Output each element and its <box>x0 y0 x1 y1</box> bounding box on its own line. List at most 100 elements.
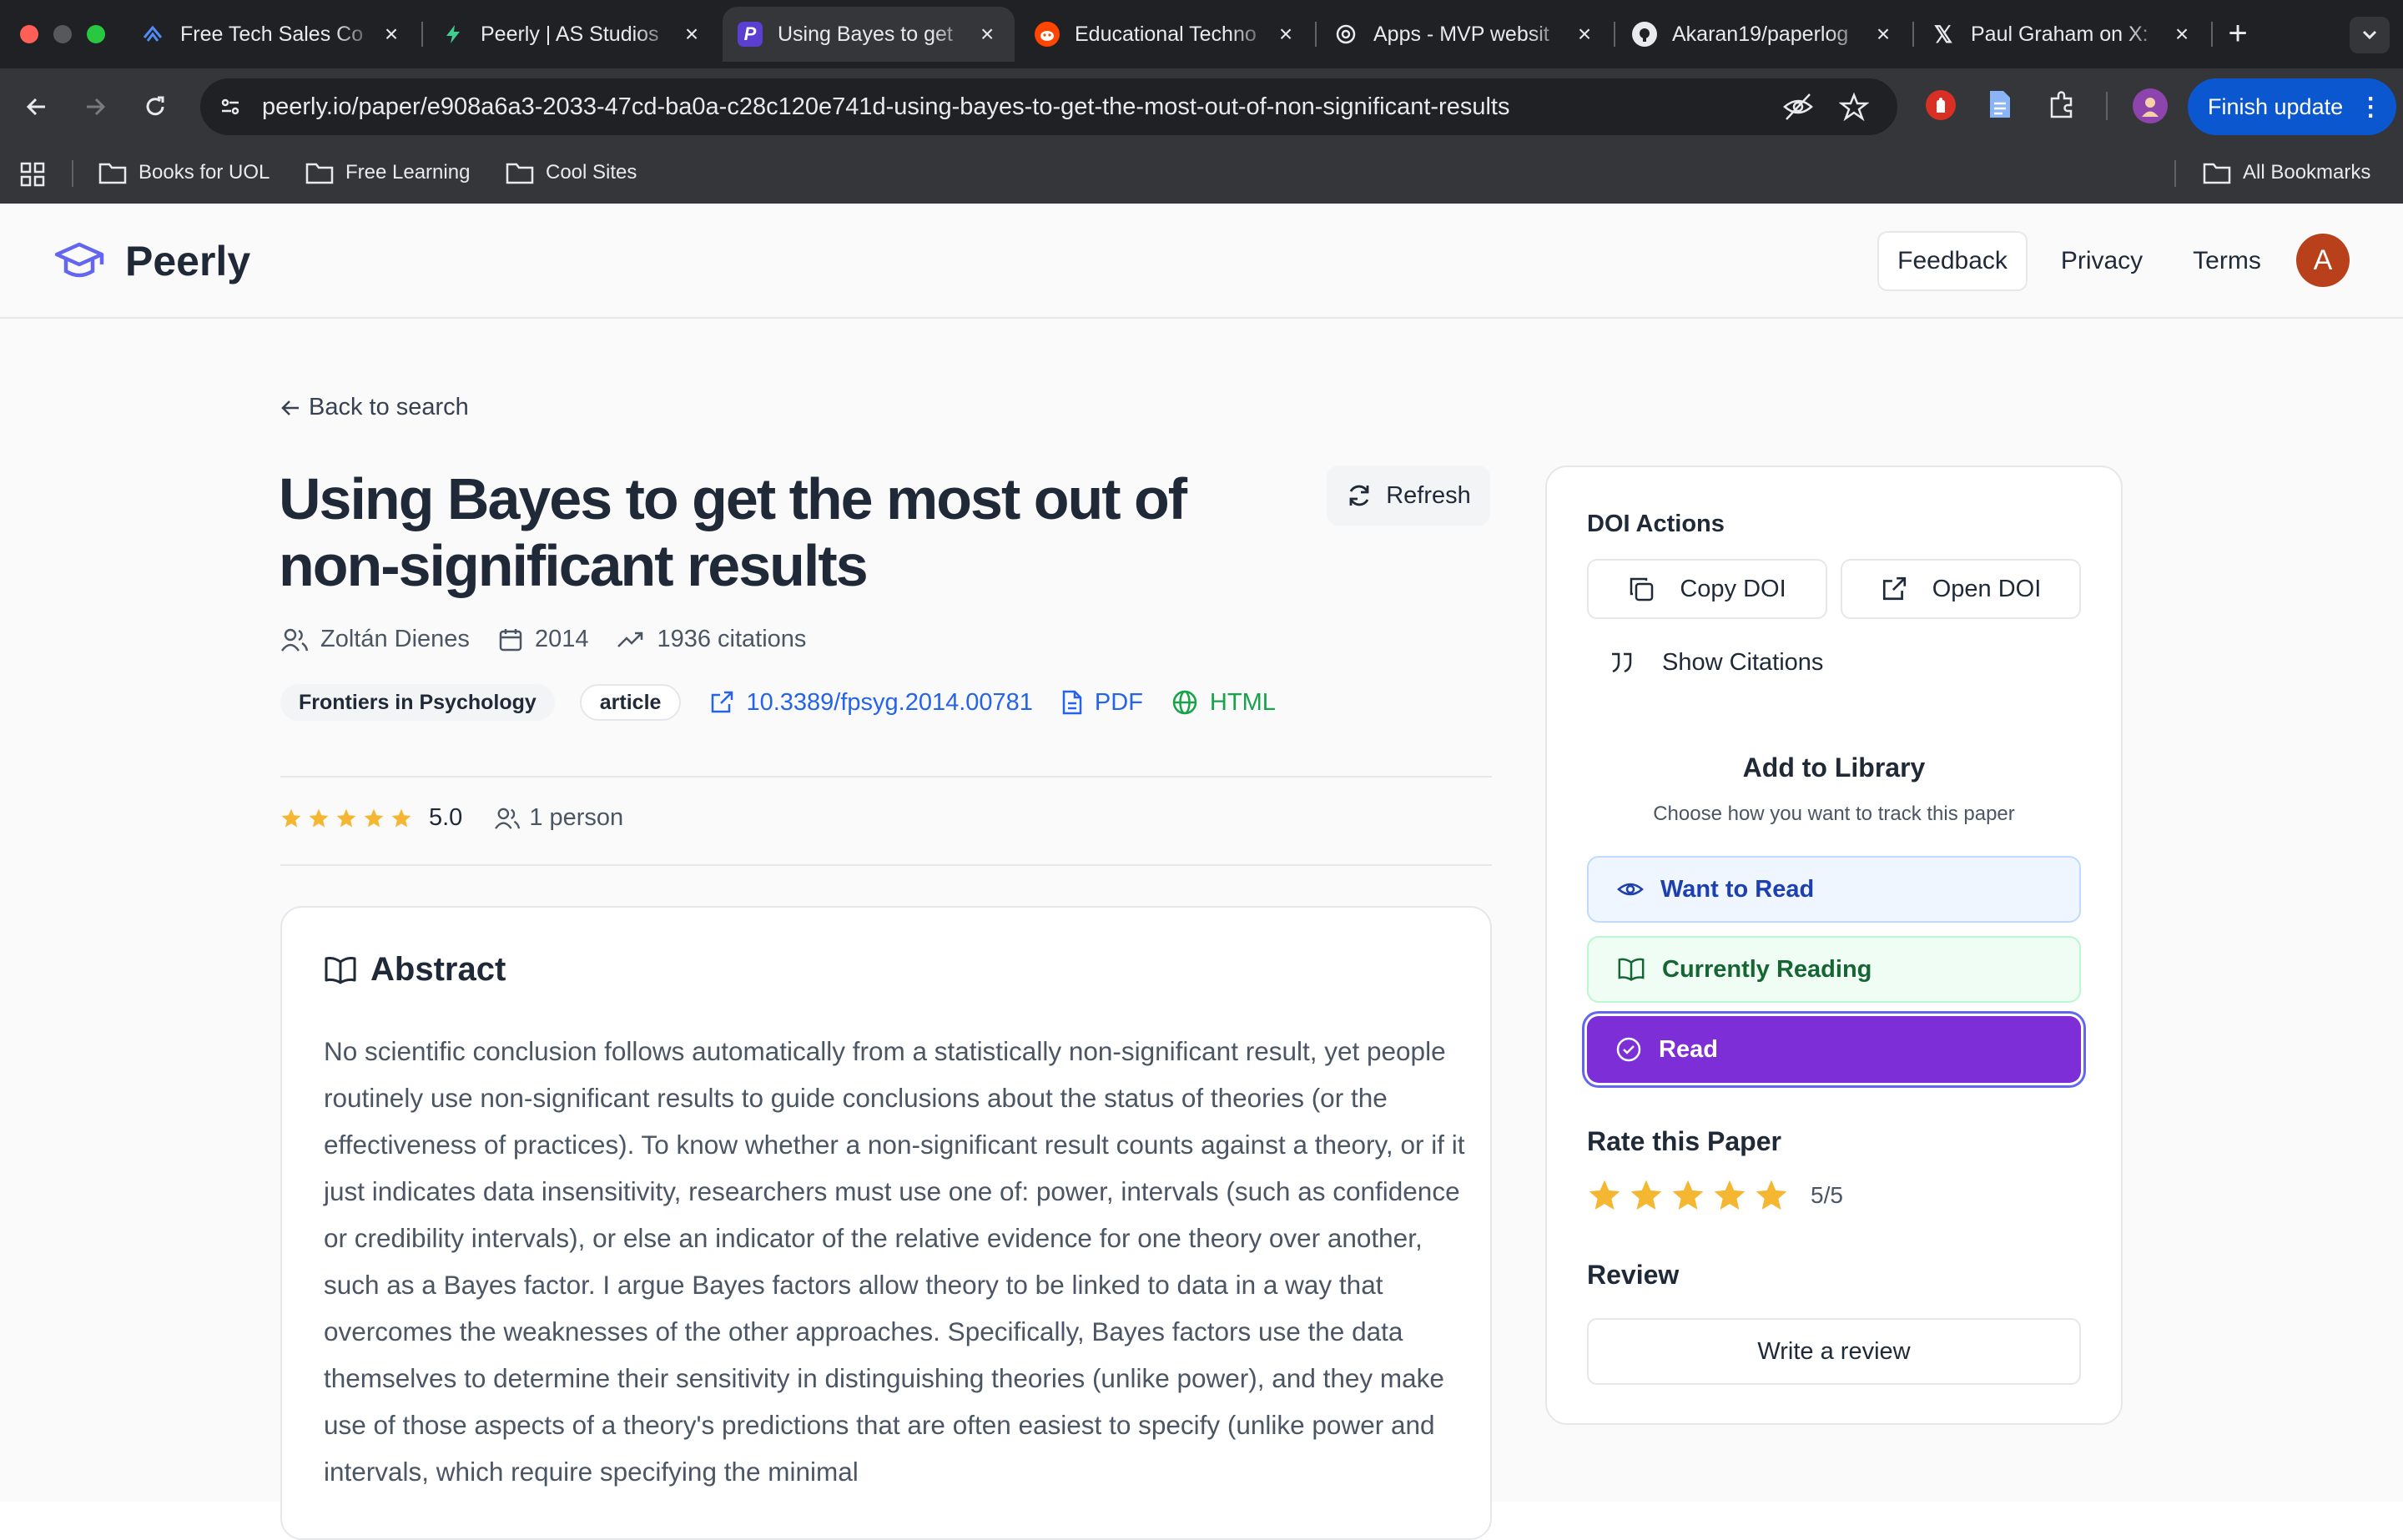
document-extension-icon[interactable] <box>1987 88 2013 120</box>
arrow-right-icon <box>87 98 106 116</box>
author[interactable]: Zoltán Dienes <box>280 626 470 653</box>
refresh-button[interactable]: Refresh <box>1327 466 1490 526</box>
back-to-search-link[interactable]: Back to search <box>280 394 469 421</box>
back-nav-button[interactable] <box>18 88 55 125</box>
star-icon <box>309 808 329 828</box>
new-tab-button[interactable]: + <box>2219 15 2256 52</box>
all-bookmarks-folder[interactable]: All Bookmarks <box>2203 153 2370 192</box>
close-tab-icon[interactable]: × <box>2169 21 2194 48</box>
paper-tags: Frontiers in Psychology article 10.3389/… <box>280 684 1276 721</box>
terms-link[interactable]: Terms <box>2173 231 2281 291</box>
url-text[interactable]: peerly.io/paper/e908a6a3-2033-47cd-ba0a-… <box>262 93 1509 121</box>
show-citations-button[interactable]: Show Citations <box>1587 637 1823 687</box>
brand-logo[interactable]: Peerly <box>53 237 250 285</box>
abstract-card: Abstract No scientific conclusion follow… <box>280 906 1492 1540</box>
arrow-left-icon <box>26 98 45 116</box>
forward-nav-button[interactable] <box>77 88 113 125</box>
close-tab-icon[interactable]: × <box>1871 21 1896 48</box>
trending-up-icon <box>617 632 643 647</box>
paper-meta: Zoltán Dienes 2014 1936 citations <box>280 626 834 653</box>
star-icon[interactable] <box>1629 1178 1664 1213</box>
year: 2014 <box>498 626 588 653</box>
github-icon <box>1632 22 1657 47</box>
browser-tab[interactable]: Akaran19/paperlog × <box>1617 7 1911 62</box>
caret-logo-icon <box>140 22 165 47</box>
chevron-down-icon <box>2362 30 2377 40</box>
close-tab-icon[interactable]: × <box>1572 21 1597 48</box>
read-button[interactable]: Read <box>1587 1016 2081 1083</box>
eye-icon <box>1617 883 1644 896</box>
bookmark-folder[interactable]: Cool Sites <box>506 153 637 192</box>
divider <box>280 776 1492 778</box>
reload-button[interactable] <box>137 88 174 125</box>
close-tab-icon[interactable]: × <box>975 21 1000 48</box>
minimize-window-button[interactable] <box>53 25 72 43</box>
close-tab-icon[interactable]: × <box>379 21 404 48</box>
bookmark-folder[interactable]: Free Learning <box>305 153 470 192</box>
copy-icon <box>1630 577 1654 601</box>
finish-update-button[interactable]: Finish update ⋮ <box>2188 78 2396 135</box>
maximize-window-button[interactable] <box>87 25 105 43</box>
feedback-button[interactable]: Feedback <box>1877 231 2028 291</box>
book-open-icon <box>1618 958 1645 981</box>
ublock-extension-icon[interactable] <box>1926 90 1956 120</box>
user-rating: 5/5 <box>1587 1178 1843 1213</box>
tab-strip: Free Tech Sales Co × Peerly | AS Studios… <box>0 0 2403 68</box>
site-header: Peerly Feedback Privacy Terms A <box>0 204 2403 319</box>
site-info-icon[interactable] <box>212 88 249 125</box>
folder-icon <box>2203 163 2231 184</box>
open-doi-button[interactable]: Open DOI <box>1841 559 2081 619</box>
rate-heading: Rate this Paper <box>1587 1126 1781 1156</box>
folder-icon <box>506 163 534 184</box>
close-window-button[interactable] <box>20 25 38 43</box>
apps-grid-icon[interactable] <box>20 162 45 187</box>
file-text-icon <box>1062 690 1082 715</box>
browser-tab[interactable]: Educational Techno × <box>1020 7 1313 62</box>
rating-stars <box>280 808 412 829</box>
html-link[interactable]: HTML <box>1171 689 1276 717</box>
arrow-left-icon <box>281 400 299 415</box>
peerly-p-icon: P <box>738 22 763 47</box>
browser-chrome: Free Tech Sales Co × Peerly | AS Studios… <box>0 0 2403 204</box>
bookmark-star-icon[interactable] <box>1839 92 1869 122</box>
x-icon: 𝕏 <box>1933 21 1953 48</box>
star-icon[interactable] <box>1712 1178 1747 1213</box>
browser-tab-active[interactable]: P Using Bayes to get × <box>723 7 1015 62</box>
rate-stars <box>1587 1178 1789 1213</box>
profile-avatar-icon[interactable] <box>2133 88 2168 123</box>
abstract-heading: Abstract <box>324 951 506 989</box>
star-icon[interactable] <box>1670 1178 1705 1213</box>
reddit-icon <box>1035 22 1060 47</box>
privacy-link[interactable]: Privacy <box>2048 231 2156 291</box>
eye-slash-icon[interactable] <box>1782 92 1814 122</box>
star-icon[interactable] <box>1754 1178 1789 1213</box>
pdf-link[interactable]: PDF <box>1061 689 1143 717</box>
doi-link[interactable]: 10.3389/fpsyg.2014.00781 <box>709 689 1033 717</box>
browser-tab[interactable]: Peerly | AS Studios × <box>426 7 719 62</box>
tab-search-button[interactable] <box>2350 17 2390 53</box>
copy-doi-button[interactable]: Copy DOI <box>1587 559 1827 619</box>
doi-actions-heading: DOI Actions <box>1587 511 1725 537</box>
doi-actions-panel: DOI Actions Copy DOI Open DOI Show Citat… <box>1545 466 2123 1425</box>
address-bar[interactable]: peerly.io/paper/e908a6a3-2033-47cd-ba0a-… <box>200 78 1897 135</box>
want-to-read-button[interactable]: Want to Read <box>1587 856 2081 923</box>
star-icon <box>391 808 411 828</box>
library-subtitle: Choose how you want to track this paper <box>1653 803 2015 825</box>
user-avatar[interactable]: A <box>2296 234 2350 287</box>
write-review-button[interactable]: Write a review <box>1587 1318 2081 1385</box>
browser-tab[interactable]: 𝕏 Paul Graham on X: × <box>1916 7 2209 62</box>
star-icon[interactable] <box>1587 1178 1622 1213</box>
browser-tab[interactable]: Apps - MVP websit × <box>1318 7 1612 62</box>
browser-tab[interactable]: Free Tech Sales Co × <box>125 7 419 62</box>
paper-title: Using Bayes to get the most out of non-s… <box>279 466 1187 598</box>
puzzle-extensions-icon[interactable] <box>2046 88 2078 120</box>
graduation-cap-icon <box>54 242 104 278</box>
bookmark-folder[interactable]: Books for UOL <box>98 153 270 192</box>
close-tab-icon[interactable]: × <box>1273 21 1298 48</box>
check-circle-icon <box>1616 1037 1641 1062</box>
rating-value: 5.0 <box>429 804 463 831</box>
currently-reading-button[interactable]: Currently Reading <box>1587 936 2081 1003</box>
users-icon <box>495 808 521 829</box>
star-icon <box>281 808 301 828</box>
close-tab-icon[interactable]: × <box>679 21 704 48</box>
